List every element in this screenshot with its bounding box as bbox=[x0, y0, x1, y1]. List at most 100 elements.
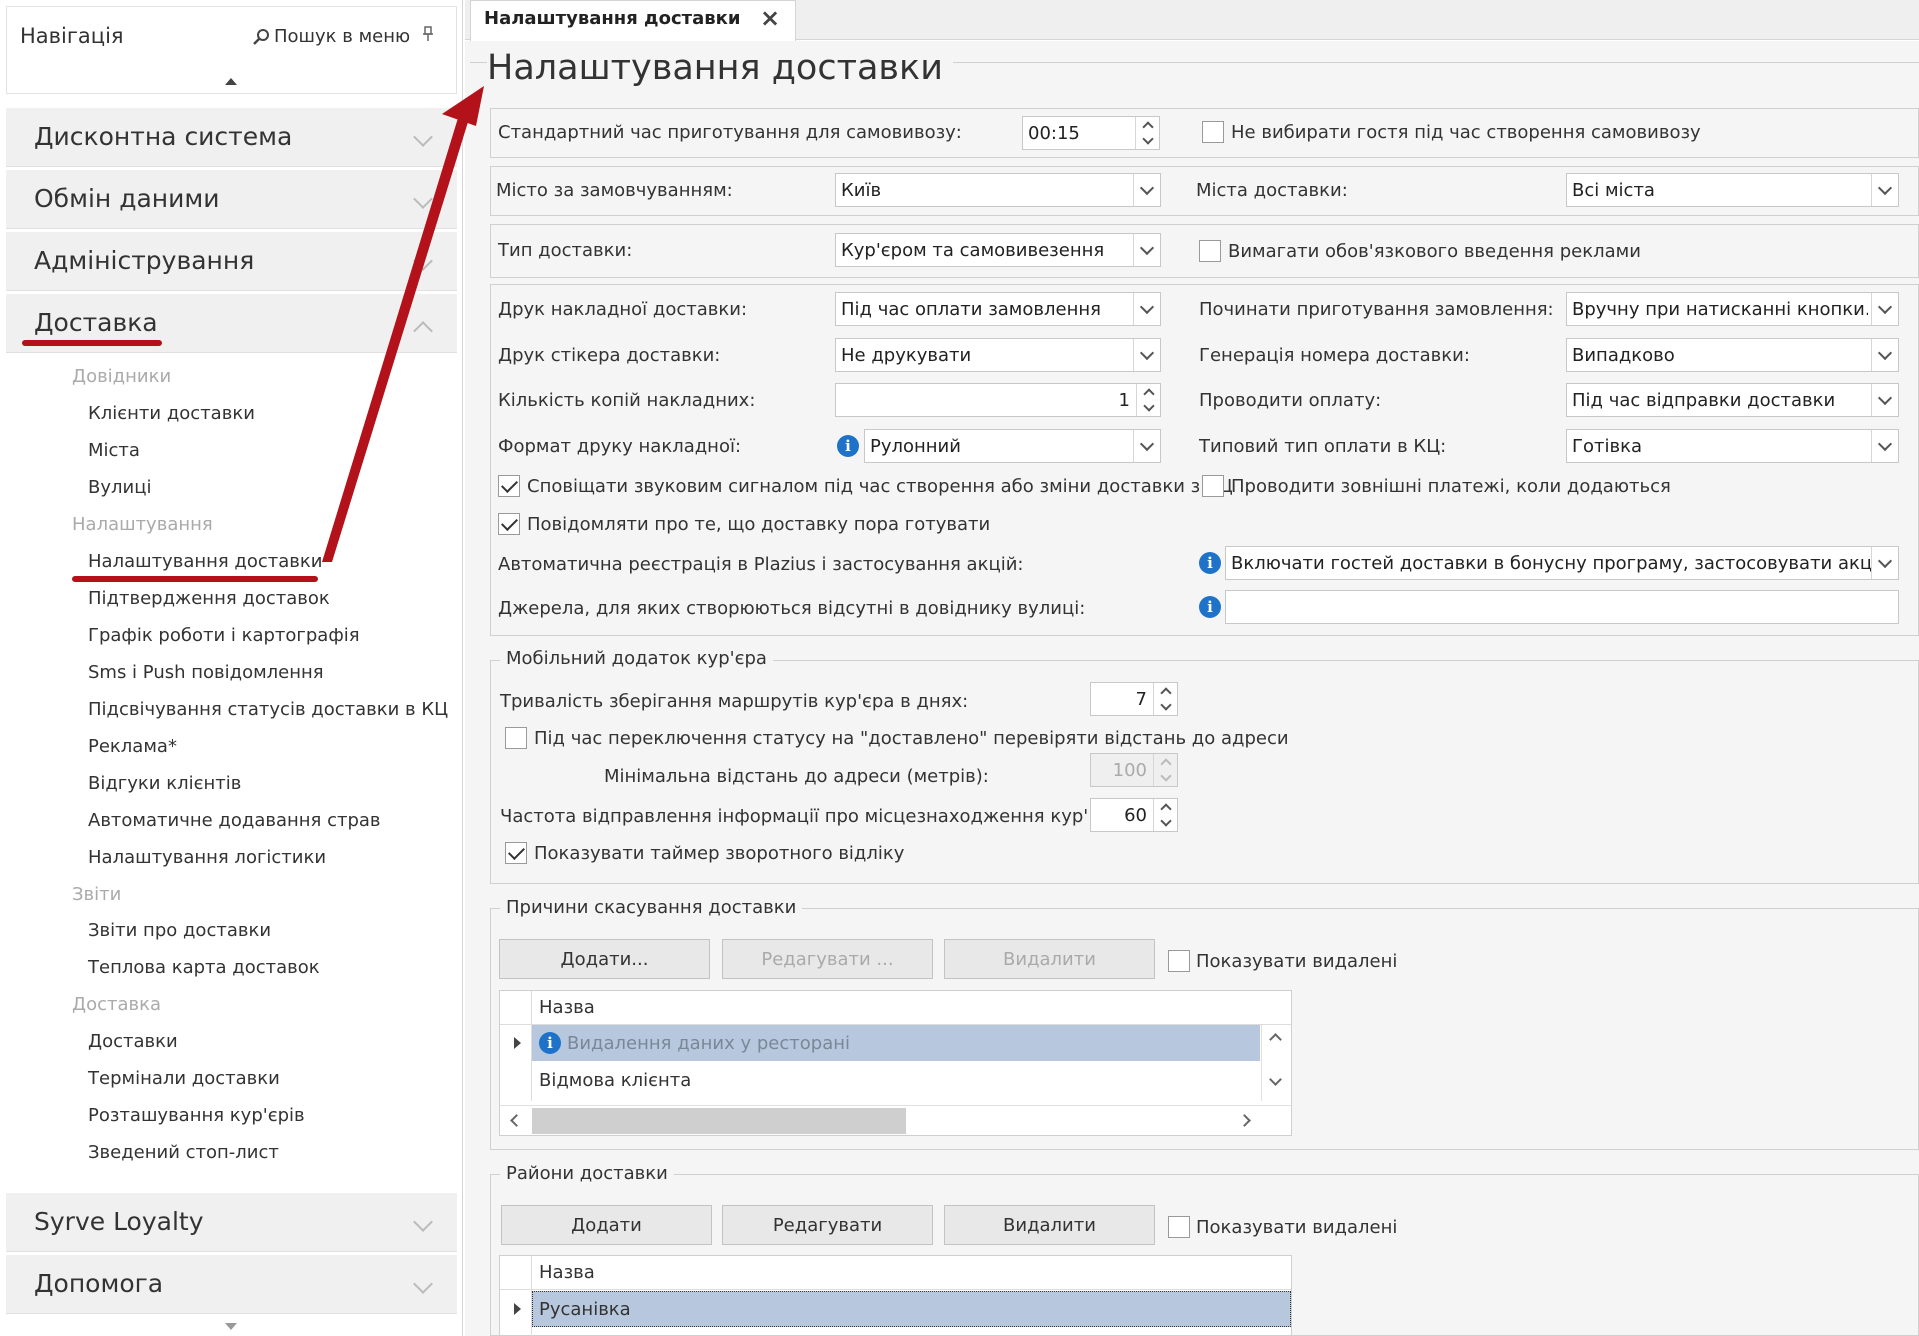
start-cooking-select[interactable]: Вручну при натисканні кнопки... bbox=[1566, 292, 1899, 326]
menu-search-button[interactable]: Пошук в меню bbox=[252, 26, 410, 47]
edit-cancel-reason-button[interactable]: Редагувати ... bbox=[722, 939, 933, 979]
nav-item-courier-locations[interactable]: Розташування кур'єрів bbox=[88, 1105, 305, 1126]
delivery-type-select[interactable]: Кур'єром та самовивезення bbox=[835, 233, 1161, 267]
chevron-down-icon[interactable] bbox=[1133, 234, 1160, 266]
nav-group-syrve-loyalty[interactable]: Syrve Loyalty bbox=[6, 1193, 457, 1252]
nav-item-cities[interactable]: Міста bbox=[88, 440, 140, 461]
vertical-scrollbar[interactable] bbox=[1261, 1025, 1291, 1101]
districts-col-name[interactable]: Назва bbox=[539, 1262, 595, 1283]
copies-spinner[interactable]: 1 bbox=[835, 383, 1161, 417]
nav-item-schedule-maps[interactable]: Графік роботи і картографія bbox=[88, 625, 360, 646]
scroll-up-arrow-icon[interactable] bbox=[225, 78, 237, 85]
cook-notify-checkbox[interactable] bbox=[498, 513, 520, 535]
pin-icon[interactable] bbox=[422, 26, 434, 46]
prep-time-label: Стандартний час приготування для самовив… bbox=[498, 122, 962, 143]
info-icon[interactable]: i bbox=[1199, 596, 1221, 618]
nav-item-delivery-reports[interactable]: Звіти про доставки bbox=[88, 920, 271, 941]
nav-group-exchange[interactable]: Обмін даними bbox=[6, 170, 457, 229]
timer-checkbox[interactable] bbox=[505, 842, 527, 864]
chevron-up-icon[interactable] bbox=[1269, 1033, 1282, 1046]
nav-item-feedback[interactable]: Відгуки клієнтів bbox=[88, 773, 241, 794]
cancel-reasons-legend: Причини скасування доставки bbox=[500, 897, 803, 918]
delete-cancel-reason-button[interactable]: Видалити bbox=[944, 939, 1155, 979]
spin-arrows-icon[interactable] bbox=[1153, 683, 1177, 715]
plazius-select[interactable]: Включати гостей доставки в бонусну прогр… bbox=[1225, 546, 1899, 580]
scroll-down-arrow-icon[interactable] bbox=[225, 1323, 237, 1330]
sound-notify-checkbox[interactable] bbox=[498, 475, 520, 497]
sources-input[interactable] bbox=[1225, 590, 1899, 624]
print-sticker-select[interactable]: Не друкувати bbox=[835, 338, 1161, 372]
close-icon[interactable]: × bbox=[760, 4, 780, 32]
chevron-down-icon[interactable] bbox=[1871, 430, 1898, 462]
chevron-down-icon[interactable] bbox=[1269, 1073, 1282, 1086]
nav-group-discount[interactable]: Дисконтна система bbox=[6, 108, 457, 167]
freq-spinner[interactable]: 60 bbox=[1090, 798, 1178, 832]
delivery-cities-select[interactable]: Всі міста bbox=[1566, 173, 1899, 207]
spin-arrows-icon[interactable] bbox=[1135, 117, 1159, 149]
default-pay-type-select[interactable]: Готівка bbox=[1566, 429, 1899, 463]
chevron-left-icon[interactable] bbox=[510, 1114, 523, 1127]
chevron-down-icon[interactable] bbox=[1133, 339, 1160, 371]
print-invoice-select[interactable]: Під час оплати замовлення bbox=[835, 292, 1161, 326]
external-payments-checkbox[interactable] bbox=[1202, 475, 1224, 497]
number-gen-select[interactable]: Випадково bbox=[1566, 338, 1899, 372]
cancel-show-deleted-checkbox[interactable] bbox=[1168, 950, 1190, 972]
print-format-select[interactable]: Рулонний bbox=[864, 429, 1161, 463]
route-days-spinner[interactable]: 7 bbox=[1090, 682, 1178, 716]
require-ad-checkbox[interactable] bbox=[1199, 240, 1221, 262]
freq-label: Частота відправлення інформації про місц… bbox=[500, 806, 1088, 827]
nav-item-heatmap[interactable]: Теплова карта доставок bbox=[88, 957, 320, 978]
horizontal-scrollbar[interactable] bbox=[500, 1105, 1291, 1135]
info-icon[interactable]: i bbox=[1199, 552, 1221, 574]
check-distance-checkbox[interactable] bbox=[505, 727, 527, 749]
chevron-right-icon[interactable] bbox=[1238, 1114, 1251, 1127]
nav-item-auto-dishes[interactable]: Автоматичне додавання страв bbox=[88, 810, 381, 831]
nav-item-delivery-settings[interactable]: Налаштування доставки bbox=[88, 551, 322, 572]
chevron-down-icon[interactable] bbox=[1871, 384, 1898, 416]
chevron-down-icon[interactable] bbox=[1871, 339, 1898, 371]
chevron-down-icon[interactable] bbox=[1871, 293, 1898, 325]
nav-item-delivery-confirmation[interactable]: Підтвердження доставок bbox=[88, 588, 330, 609]
nav-item-terminals[interactable]: Термінали доставки bbox=[88, 1068, 280, 1089]
info-icon[interactable]: i bbox=[837, 435, 859, 457]
chevron-down-icon[interactable] bbox=[1133, 293, 1160, 325]
add-cancel-reason-button[interactable]: Додати... bbox=[499, 939, 710, 979]
scrollbar-thumb[interactable] bbox=[532, 1108, 906, 1134]
nav-item-status-highlight[interactable]: Підсвічування статусів доставки в КЦ bbox=[88, 699, 448, 720]
nav-item-deliveries[interactable]: Доставки bbox=[88, 1031, 178, 1052]
no-guest-pickup-checkbox[interactable] bbox=[1202, 121, 1224, 143]
prep-time-spinner[interactable]: 00:15 bbox=[1022, 116, 1160, 150]
nav-section-title: Довідники bbox=[72, 366, 172, 387]
tab-label: Налаштування доставки bbox=[484, 8, 741, 29]
chevron-down-icon[interactable] bbox=[1871, 547, 1898, 579]
payment-select[interactable]: Під час відправки доставки bbox=[1566, 383, 1899, 417]
spin-arrows-icon[interactable] bbox=[1153, 799, 1177, 831]
nav-item-sms-push[interactable]: Sms і Push повідомлення bbox=[88, 662, 324, 683]
nav-group-help[interactable]: Допомога bbox=[6, 1255, 457, 1314]
default-city-label: Місто за замовчуванням: bbox=[496, 180, 733, 201]
cancel-row-name[interactable]: Відмова клієнта bbox=[539, 1070, 691, 1091]
nav-group-admin[interactable]: Адміністрування bbox=[6, 232, 457, 291]
cancel-col-name[interactable]: Назва bbox=[539, 997, 595, 1018]
edit-district-button[interactable]: Редагувати bbox=[722, 1205, 933, 1245]
search-icon bbox=[253, 28, 269, 45]
min-distance-spinner[interactable]: 100 bbox=[1090, 753, 1178, 787]
nav-item-delivery-clients[interactable]: Клієнти доставки bbox=[88, 403, 255, 424]
chevron-down-icon[interactable] bbox=[1133, 174, 1160, 206]
default-city-select[interactable]: Київ bbox=[835, 173, 1161, 207]
navigation-title: Навігація bbox=[20, 24, 124, 48]
chevron-down-icon[interactable] bbox=[1133, 430, 1160, 462]
nav-item-advertising[interactable]: Реклама* bbox=[88, 736, 177, 757]
districts-show-deleted-checkbox[interactable] bbox=[1168, 1216, 1190, 1238]
spin-arrows-icon[interactable] bbox=[1136, 384, 1160, 416]
delete-district-button[interactable]: Видалити bbox=[944, 1205, 1155, 1245]
chevron-down-icon[interactable] bbox=[1871, 174, 1898, 206]
nav-item-streets[interactable]: Вулиці bbox=[88, 477, 151, 498]
sources-label: Джерела, для яких створюються відсутні в… bbox=[498, 598, 1086, 619]
nav-item-stop-list[interactable]: Зведений стоп-лист bbox=[88, 1142, 279, 1163]
prep-time-value: 00:15 bbox=[1028, 123, 1080, 144]
nav-item-logistics[interactable]: Налаштування логістики bbox=[88, 847, 326, 868]
table-row[interactable] bbox=[532, 1291, 1291, 1327]
add-district-button[interactable]: Додати bbox=[501, 1205, 712, 1245]
spin-arrows-icon[interactable] bbox=[1153, 754, 1177, 786]
